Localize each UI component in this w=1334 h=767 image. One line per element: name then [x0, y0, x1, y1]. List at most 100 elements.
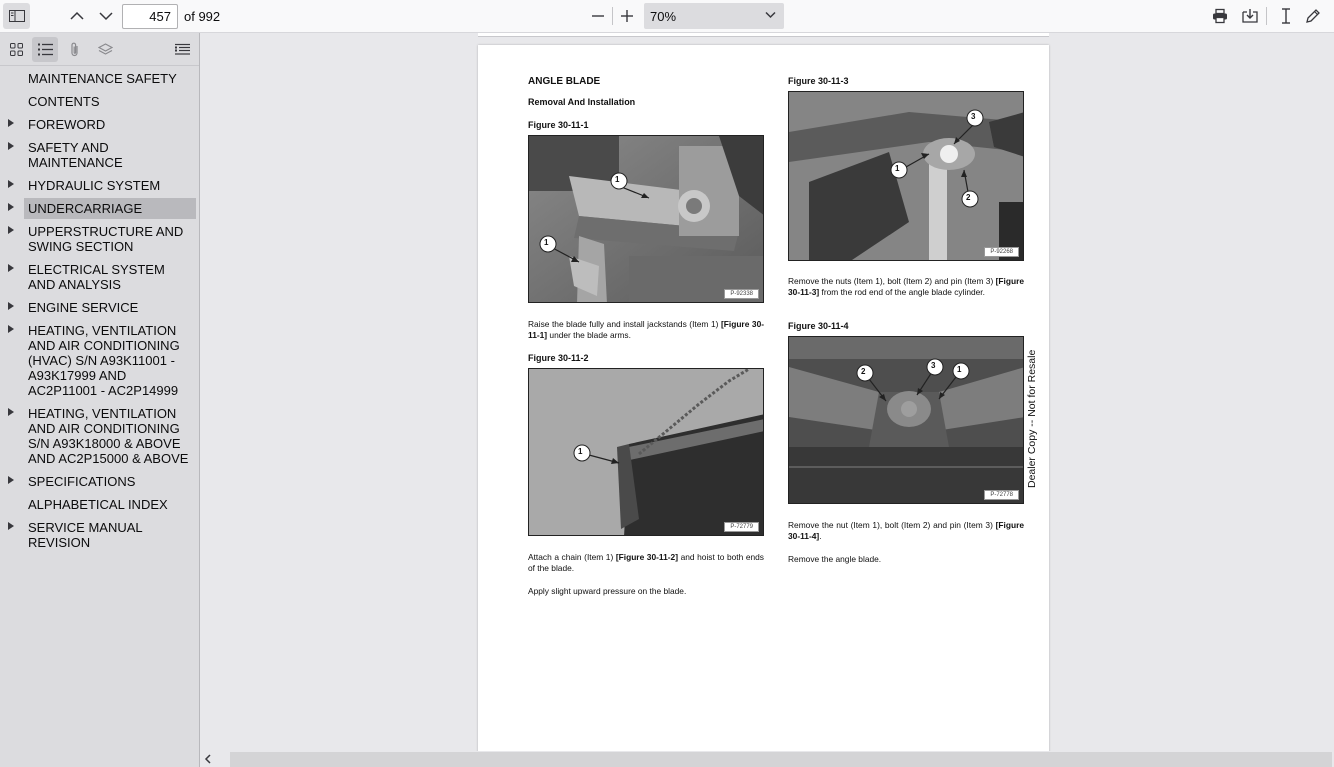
previous-page-edge [478, 33, 1049, 37]
outline-tree-icon [174, 43, 190, 55]
tab-attachments[interactable] [62, 37, 88, 62]
separator [1266, 7, 1267, 25]
outline-item-label: SERVICE MANUAL REVISION [28, 520, 143, 550]
expand-triangle-icon[interactable] [8, 476, 14, 484]
pdf-page: ANGLE BLADE Removal And Installation Fig… [478, 45, 1049, 751]
outline-item-label: CONTENTS [28, 94, 100, 109]
zoom-in-button[interactable] [614, 4, 640, 28]
outline-item-label: HEATING, VENTILATION AND AIR CONDITIONIN… [28, 406, 189, 466]
print-button[interactable] [1207, 4, 1233, 28]
callout-number: 2 [966, 193, 971, 202]
watermark: Dealer Copy -- Not for Resale [1026, 349, 1038, 488]
paragraph-text: from the rod end of the angle blade cyli… [819, 287, 985, 297]
expand-triangle-icon[interactable] [8, 180, 14, 188]
figure-photo-jackstands: 1 1 P-92338 [528, 135, 764, 303]
callout-number: 3 [971, 112, 976, 121]
figure-label: Figure 30-11-4 [788, 321, 849, 331]
scroll-left-icon[interactable] [204, 754, 212, 764]
next-page-button[interactable] [93, 4, 119, 28]
expand-triangle-icon[interactable] [8, 325, 14, 333]
paragraph-text: under the blade arms. [547, 330, 631, 340]
plus-icon [621, 10, 633, 22]
zoom-select[interactable]: 70% [644, 3, 784, 29]
figure-label: Figure 30-11-2 [528, 353, 589, 363]
outline-item-service-manual-revision[interactable]: SERVICE MANUAL REVISION [8, 520, 196, 550]
outline-item-safety-and-maintenance[interactable]: SAFETY AND MAINTENANCE [8, 140, 196, 170]
paragraph: Raise the blade fully and install jackst… [528, 319, 764, 341]
chevron-down-icon [99, 12, 113, 21]
expand-triangle-icon[interactable] [8, 119, 14, 127]
expand-triangle-icon[interactable] [8, 226, 14, 234]
text-cursor-icon [1282, 8, 1290, 24]
minus-icon [592, 15, 604, 17]
figure-label: Figure 30-11-3 [788, 76, 849, 86]
text-tool-button[interactable] [1273, 4, 1299, 28]
callout-number: 1 [957, 365, 962, 374]
outline-item-electrical-system[interactable]: ELECTRICAL SYSTEM AND ANALYSIS [8, 262, 196, 292]
layers-icon [97, 43, 113, 55]
outline-item-maintenance-safety[interactable]: MAINTENANCE SAFETY [24, 71, 196, 86]
outline-item-alphabetical-index[interactable]: ALPHABETICAL INDEX [24, 497, 196, 512]
print-icon [1213, 8, 1227, 24]
paragraph-text: . [819, 531, 822, 541]
tab-thumbnails[interactable] [3, 37, 29, 62]
chevron-up-icon [70, 11, 84, 20]
horizontal-scrollbar[interactable] [200, 751, 1334, 767]
page-count: of 992 [184, 9, 221, 24]
outline-item-label: HEATING, VENTILATION AND AIR CONDITIONIN… [28, 323, 180, 398]
outline-item-label: UNDERCARRIAGE [28, 201, 143, 216]
toolbar: of 992 70% [0, 0, 1334, 33]
callout-number: 1 [895, 164, 900, 173]
paragraph-text: Attach a chain (Item 1) [528, 552, 616, 562]
current-outline-item-button[interactable] [169, 37, 195, 62]
expand-triangle-icon[interactable] [8, 264, 14, 272]
sidebar-icon [8, 10, 25, 22]
outline-item-foreword[interactable]: FOREWORD [8, 117, 196, 132]
outline-item-specifications[interactable]: SPECIFICATIONS [8, 474, 196, 489]
tab-outline[interactable] [32, 37, 58, 62]
outline-item-label: MAINTENANCE SAFETY [28, 71, 177, 86]
tab-layers[interactable] [92, 37, 118, 62]
outline-item-hydraulic-system[interactable]: HYDRAULIC SYSTEM [8, 178, 196, 193]
section-title: ANGLE BLADE [528, 76, 601, 87]
section-subtitle: Removal And Installation [528, 97, 636, 107]
callout-number: 3 [931, 361, 936, 370]
outline-item-hvac-2[interactable]: HEATING, VENTILATION AND AIR CONDITIONIN… [8, 406, 196, 466]
figure-reference: [Figure 30-11-2] [615, 552, 678, 562]
expand-triangle-icon[interactable] [8, 142, 14, 150]
expand-triangle-icon[interactable] [8, 408, 14, 416]
chevron-down-icon [765, 11, 776, 19]
previous-page-button[interactable] [64, 4, 90, 28]
paragraph-text: Remove the nuts (Item 1), bolt (Item 2) … [788, 276, 996, 286]
callout-number: 1 [544, 238, 549, 247]
document-viewer[interactable]: ANGLE BLADE Removal And Installation Fig… [200, 33, 1334, 751]
expand-triangle-icon[interactable] [8, 302, 14, 310]
sidebar: MAINTENANCE SAFETY CONTENTS FOREWORD SAF… [0, 33, 200, 767]
page-number-input[interactable] [122, 4, 178, 29]
scrollbar-thumb[interactable] [230, 752, 1332, 767]
expand-triangle-icon[interactable] [8, 203, 14, 211]
separator [612, 7, 613, 25]
outline-item-contents[interactable]: CONTENTS [24, 94, 196, 109]
outline-item-undercarriage[interactable]: UNDERCARRIAGE [8, 198, 196, 219]
download-icon [1242, 9, 1258, 23]
zoom-out-button[interactable] [585, 4, 611, 28]
figure-label: Figure 30-11-1 [528, 120, 589, 130]
sidebar-toggle-button[interactable] [3, 3, 30, 29]
paragraph-text: Raise the blade fully and install jackst… [528, 319, 721, 329]
expand-triangle-icon[interactable] [8, 522, 14, 530]
outline-item-engine-service[interactable]: ENGINE SERVICE [8, 300, 196, 315]
outline-item-label: ALPHABETICAL INDEX [28, 497, 168, 512]
draw-tool-button[interactable] [1300, 4, 1326, 28]
outline-item-hvac-1[interactable]: HEATING, VENTILATION AND AIR CONDITIONIN… [8, 323, 196, 398]
save-button[interactable] [1237, 4, 1263, 28]
outline-item-label: FOREWORD [28, 117, 106, 132]
outline-item-label: SAFETY AND MAINTENANCE [28, 140, 123, 170]
pencil-icon [1306, 9, 1320, 23]
outline-item-upperstructure[interactable]: UPPERSTRUCTURE AND SWING SECTION [8, 224, 196, 254]
zoom-value: 70% [650, 9, 677, 24]
list-icon [37, 43, 53, 56]
paragraph-text: Remove the nut (Item 1), bolt (Item 2) a… [788, 520, 996, 530]
figure-photo-blade-pivot: 2 3 1 P-72778 [788, 336, 1024, 504]
figure-photo-cylinder-rod: 1 3 2 P-92268 [788, 91, 1024, 261]
